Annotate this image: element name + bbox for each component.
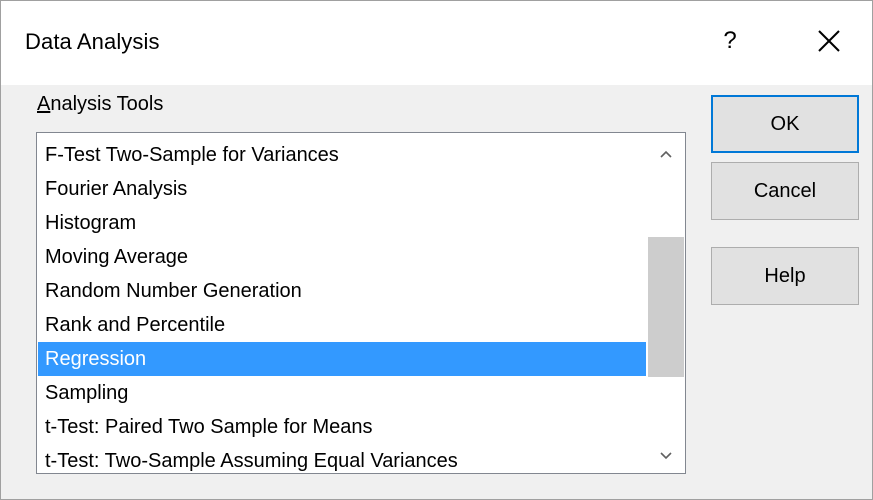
title-bar: Data Analysis ? [1, 1, 872, 85]
chevron-down-icon[interactable] [647, 439, 685, 473]
list-item[interactable]: Moving Average [38, 240, 646, 274]
list-item[interactable]: Random Number Generation [38, 274, 646, 308]
list-item[interactable]: t-Test: Two-Sample Assuming Equal Varian… [38, 444, 646, 473]
list-item[interactable]: Histogram [38, 206, 646, 240]
help-button[interactable]: Help [711, 247, 859, 305]
list-item[interactable]: Fourier Analysis [38, 172, 646, 206]
close-icon[interactable] [809, 21, 849, 61]
list-item[interactable]: Regression [38, 342, 646, 376]
list-item[interactable]: Rank and Percentile [38, 308, 646, 342]
list-item[interactable]: t-Test: Paired Two Sample for Means [38, 410, 646, 444]
list-item[interactable]: F-Test Two-Sample for Variances [38, 138, 646, 172]
analysis-tools-label: Analysis Tools [37, 93, 164, 115]
list-item[interactable]: Sampling [38, 376, 646, 410]
analysis-tools-listbox[interactable]: F-Test Two-Sample for Variances Fourier A… [36, 132, 686, 474]
data-analysis-dialog: Data Analysis ? Analysis Tools F-Test Tw… [0, 0, 873, 500]
cancel-button[interactable]: Cancel [711, 162, 859, 220]
vertical-scrollbar[interactable] [647, 133, 685, 473]
help-question-icon[interactable]: ? [718, 21, 742, 61]
ok-button[interactable]: OK [711, 95, 859, 153]
scrollbar-thumb[interactable] [648, 236, 684, 377]
chevron-up-icon[interactable] [647, 137, 685, 171]
dialog-title: Data Analysis [25, 29, 160, 54]
